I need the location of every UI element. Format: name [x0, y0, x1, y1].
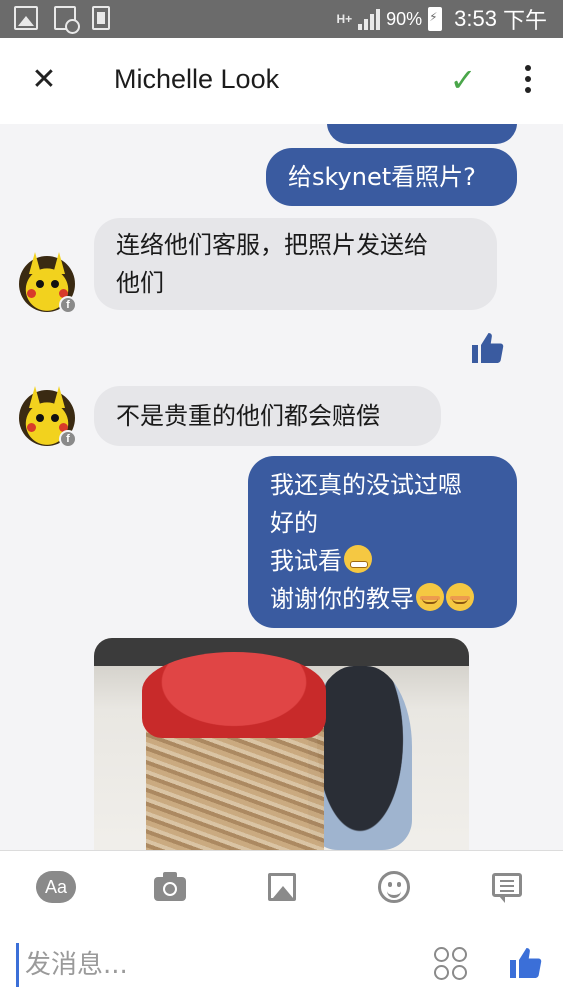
contact-avatar[interactable]: f [19, 386, 77, 448]
grin-emoji-icon [344, 545, 372, 573]
message-text: 给skynet看照片? [288, 163, 476, 191]
message-list[interactable]: 给skynet看照片? f 连络他们客服，把照片发送给 他们 f 不是贵重的他们… [0, 124, 563, 850]
text-format-button[interactable]: Aa [36, 871, 76, 903]
image-icon[interactable] [266, 871, 306, 905]
screenshot-icon [54, 6, 80, 34]
like-button-icon[interactable] [507, 945, 543, 981]
contact-name[interactable]: Michelle Look [114, 64, 279, 95]
message-text-line: 我试看 [270, 547, 342, 575]
message-bubble-incoming[interactable]: 连络他们客服，把照片发送给 他们 [94, 218, 497, 310]
battery-percent: 90% [386, 8, 423, 29]
blush-emoji-icon [446, 583, 474, 611]
clock-ampm: 下午 [502, 8, 547, 33]
message-text-line: 他们 [116, 269, 164, 297]
check-icon[interactable]: ✓ [443, 58, 483, 102]
message-text: 不是贵重的他们都会赔偿 [116, 402, 380, 430]
message-text-line: 谢谢你的教导 [270, 585, 414, 613]
contact-avatar[interactable]: f [19, 252, 77, 314]
network-type: H+ [336, 12, 353, 26]
status-bar: H+ 90% 3:53 下午 [0, 0, 563, 38]
message-bubble-outgoing[interactable]: 给skynet看照片? [266, 148, 517, 206]
message-text-line: 我还真的没试过嗯 [270, 471, 462, 499]
blush-emoji-icon [416, 583, 444, 611]
document-icon [92, 6, 110, 30]
gallery-icon [14, 6, 38, 30]
signal-icon [358, 8, 381, 30]
message-text-line: 好的 [270, 509, 318, 537]
message-input[interactable]: 发消息... [16, 943, 416, 987]
chat-header: ✕ Michelle Look ✓ [0, 38, 563, 124]
message-bubble-clipped[interactable] [327, 124, 517, 144]
facebook-badge-icon: f [59, 430, 77, 448]
message-bubble-incoming[interactable]: 不是贵重的他们都会赔偿 [94, 386, 441, 446]
photo-message[interactable] [94, 638, 469, 850]
camera-icon[interactable] [152, 871, 192, 905]
message-bubble-outgoing[interactable]: 我还真的没试过嗯 好的 我试看 谢谢你的教导 [248, 456, 517, 628]
clock-time: 3:53 [454, 6, 497, 31]
more-options-icon[interactable] [516, 62, 540, 102]
thumbs-up-icon [472, 333, 504, 363]
sticker-icon[interactable] [434, 947, 468, 981]
message-text-line: 连络他们客服，把照片发送给 [116, 231, 428, 259]
message-composer: Aa 发消息... [0, 850, 563, 1000]
close-icon[interactable]: ✕ [24, 60, 64, 100]
emoji-icon[interactable] [376, 871, 416, 905]
chat-bubble-icon[interactable] [490, 871, 530, 905]
battery-charging-icon [428, 7, 443, 31]
facebook-badge-icon: f [59, 296, 77, 314]
